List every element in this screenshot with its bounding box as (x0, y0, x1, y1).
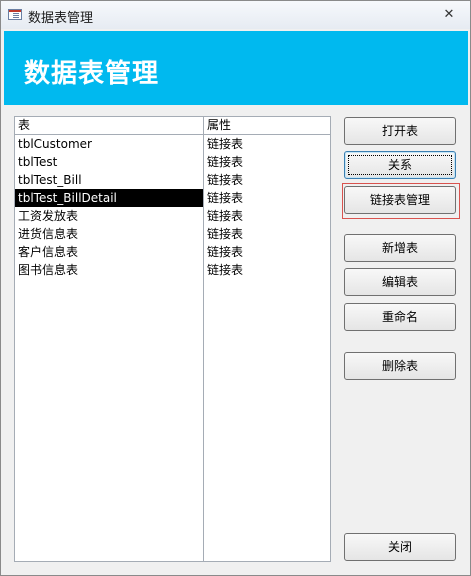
delete-table-button[interactable]: 删除表 (344, 352, 456, 380)
table-row[interactable]: tblTest 链接表 (15, 153, 330, 171)
row-table-name: tblTest (18, 155, 58, 169)
row-table-attribute: 链接表 (207, 173, 244, 187)
row-table-attribute: 链接表 (207, 227, 244, 241)
row-table-name: tblTest_BillDetail (18, 191, 117, 205)
relations-button[interactable]: 关系 (344, 151, 456, 179)
table-row[interactable]: 图书信息表 链接表 (15, 261, 330, 279)
row-table-attribute: 链接表 (207, 245, 244, 259)
form-icon (8, 9, 22, 20)
row-table-attribute: 链接表 (207, 191, 244, 205)
rename-button[interactable]: 重命名 (344, 303, 456, 331)
window-title: 数据表管理 (28, 11, 94, 26)
table-row[interactable]: tblTest_Bill 链接表 (15, 171, 330, 189)
table-row[interactable]: 进货信息表 链接表 (15, 225, 330, 243)
row-table-attribute: 链接表 (207, 137, 244, 151)
row-table-name: tblCustomer (18, 137, 92, 151)
new-table-button[interactable]: 新增表 (344, 234, 456, 262)
table-row[interactable]: 客户信息表 链接表 (15, 243, 330, 261)
row-table-name: 进货信息表 (18, 227, 79, 241)
title-bar[interactable]: 数据表管理 ✕ (1, 1, 470, 29)
table-row[interactable]: 工资发放表 链接表 (15, 207, 330, 225)
row-table-name: 图书信息表 (18, 263, 79, 277)
edit-table-button[interactable]: 编辑表 (344, 268, 456, 296)
linked-table-manager-button[interactable]: 链接表管理 (344, 186, 456, 214)
row-table-name: 工资发放表 (18, 209, 79, 223)
row-table-name: 客户信息表 (18, 245, 79, 259)
row-table-attribute: 链接表 (207, 155, 244, 169)
list-header: 表 属性 (15, 117, 330, 135)
dialog-window: 数据表管理 ✕ 数据表管理 表 属性 tblCustomer 链接表 tblTe… (0, 0, 471, 576)
column-header-table: 表 (18, 118, 31, 132)
row-table-name: tblTest_Bill (18, 173, 82, 187)
open-table-button[interactable]: 打开表 (344, 117, 456, 145)
table-row[interactable]: tblCustomer 链接表 (15, 135, 330, 153)
close-icon[interactable]: ✕ (439, 6, 459, 23)
row-table-attribute: 链接表 (207, 263, 244, 277)
table-row-selected[interactable]: tblTest_BillDetail 链接表 (15, 189, 330, 207)
page-title: 数据表管理 (24, 59, 160, 89)
table-listbox[interactable]: 表 属性 tblCustomer 链接表 tblTest 链接表 tblTest… (14, 116, 331, 562)
row-table-attribute: 链接表 (207, 209, 244, 223)
header-banner: 数据表管理 (4, 31, 468, 105)
close-button[interactable]: 关闭 (344, 533, 456, 561)
column-header-attribute: 属性 (207, 118, 232, 132)
